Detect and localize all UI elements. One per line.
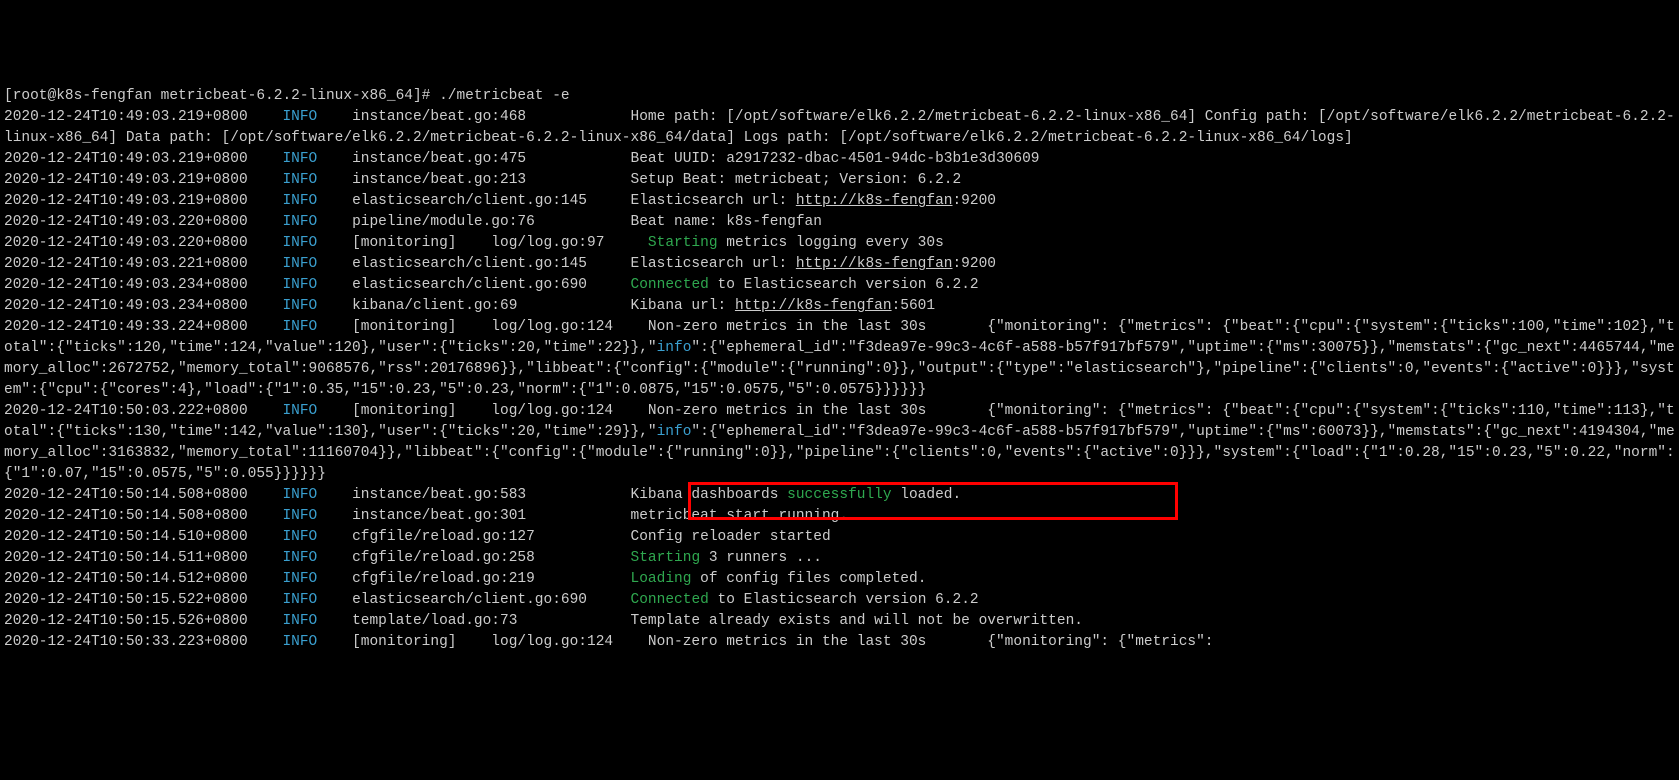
status-keyword: Loading (631, 571, 692, 587)
log-level: INFO (282, 151, 317, 167)
log-line: 2020-12-24T10:50:15.526+0800 INFO templa… (4, 611, 1675, 632)
log-line: 2020-12-24T10:50:14.512+0800 INFO cfgfil… (4, 569, 1675, 590)
log-level: INFO (282, 550, 317, 566)
log-level: INFO (282, 613, 317, 629)
json-key-info: info (657, 340, 692, 356)
terminal-output: [root@k8s-fengfan metricbeat-6.2.2-linux… (4, 86, 1675, 653)
log-line: 2020-12-24T10:49:03.221+0800 INFO elasti… (4, 254, 1675, 275)
status-keyword: successfully (787, 487, 891, 503)
log-level: INFO (282, 193, 317, 209)
log-line: 2020-12-24T10:50:03.222+0800 INFO [monit… (4, 401, 1675, 485)
log-level: INFO (282, 403, 317, 419)
shell-prompt: [root@k8s-fengfan metricbeat-6.2.2-linux… (4, 86, 1675, 107)
status-keyword: Starting (631, 550, 701, 566)
log-level: INFO (282, 235, 317, 251)
json-key-info: info (657, 424, 692, 440)
log-line: 2020-12-24T10:49:03.219+0800 INFO instan… (4, 170, 1675, 191)
log-level: INFO (282, 571, 317, 587)
url-link: http://k8s-fengfan (796, 193, 953, 209)
log-level: INFO (282, 634, 317, 650)
log-line: 2020-12-24T10:50:15.522+0800 INFO elasti… (4, 590, 1675, 611)
log-line: 2020-12-24T10:50:14.510+0800 INFO cfgfil… (4, 527, 1675, 548)
log-level: INFO (282, 508, 317, 524)
status-keyword: Starting (648, 235, 718, 251)
log-level: INFO (282, 487, 317, 503)
log-level: INFO (282, 256, 317, 272)
log-level: INFO (282, 529, 317, 545)
log-level: INFO (282, 172, 317, 188)
log-level: INFO (282, 214, 317, 230)
status-keyword: Connected (631, 592, 709, 608)
log-line: 2020-12-24T10:49:03.234+0800 INFO kibana… (4, 296, 1675, 317)
log-line: 2020-12-24T10:49:03.220+0800 INFO [monit… (4, 233, 1675, 254)
log-line: 2020-12-24T10:50:14.511+0800 INFO cfgfil… (4, 548, 1675, 569)
log-line: 2020-12-24T10:49:33.224+0800 INFO [monit… (4, 317, 1675, 401)
url-link: http://k8s-fengfan (735, 298, 892, 314)
log-level: INFO (282, 592, 317, 608)
log-line: 2020-12-24T10:50:33.223+0800 INFO [monit… (4, 632, 1675, 653)
log-level: INFO (282, 277, 317, 293)
log-line: 2020-12-24T10:49:03.234+0800 INFO elasti… (4, 275, 1675, 296)
status-keyword: Connected (631, 277, 709, 293)
log-line: 2020-12-24T10:49:03.220+0800 INFO pipeli… (4, 212, 1675, 233)
log-line: 2020-12-24T10:50:14.508+0800 INFO instan… (4, 485, 1675, 506)
log-level: INFO (282, 319, 317, 335)
url-link: http://k8s-fengfan (796, 256, 953, 272)
log-line: 2020-12-24T10:49:03.219+0800 INFO instan… (4, 107, 1675, 149)
log-line: 2020-12-24T10:49:03.219+0800 INFO elasti… (4, 191, 1675, 212)
log-level: INFO (282, 109, 317, 125)
log-line: 2020-12-24T10:49:03.219+0800 INFO instan… (4, 149, 1675, 170)
log-line: 2020-12-24T10:50:14.508+0800 INFO instan… (4, 506, 1675, 527)
log-level: INFO (282, 298, 317, 314)
